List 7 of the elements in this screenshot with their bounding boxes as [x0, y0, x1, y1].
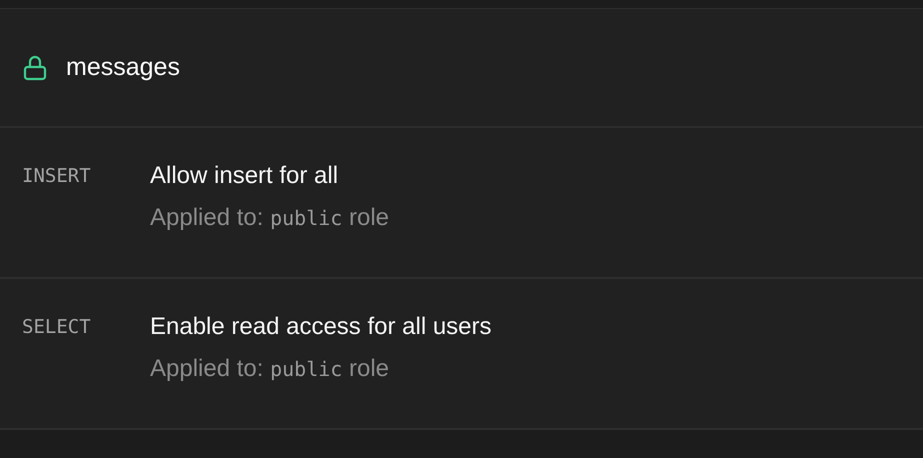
policy-command: INSERT	[21, 164, 92, 189]
policy-command: SELECT	[21, 315, 92, 340]
applied-to-text: Applied to: public role	[150, 204, 390, 232]
applied-to-text: Applied to: public role	[150, 355, 390, 383]
policy-name: Allow insert for all	[150, 162, 340, 190]
policy-name: Enable read access for all users	[150, 313, 492, 341]
table-name: messages	[66, 53, 180, 82]
